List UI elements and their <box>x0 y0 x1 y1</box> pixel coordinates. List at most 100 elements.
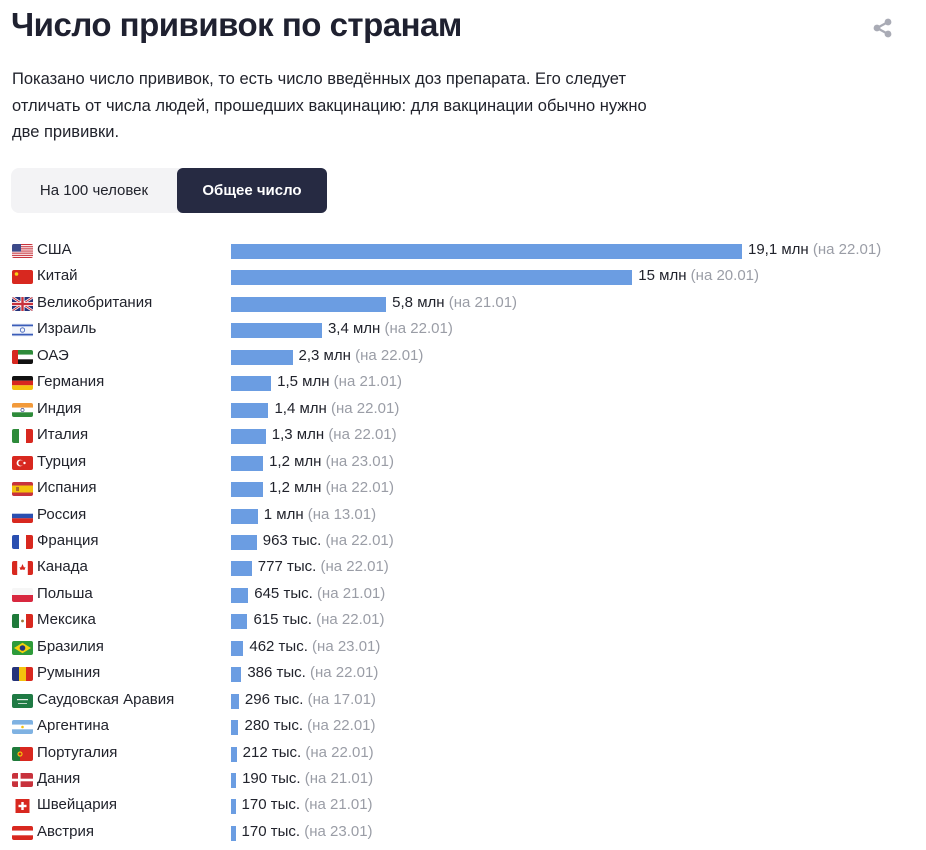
value-number: 462 тыс. <box>249 637 308 655</box>
value-number: 190 тыс. <box>242 770 301 787</box>
flag-in-icon <box>12 402 33 417</box>
value-number: 963 тыс. <box>262 531 322 549</box>
chart-row: Турция 1,2 млн (на 23.01) <box>0 450 926 476</box>
country-label: ОАЭ <box>37 346 69 364</box>
value-number: 1 млн <box>263 505 304 523</box>
value-number: 5,8 млн <box>392 293 445 311</box>
flag-mx-icon <box>12 614 33 629</box>
chart-row: Испания 1,2 млн (на 22.01) <box>0 476 926 502</box>
value-number: 1,3 млн <box>271 426 325 444</box>
metric-toggle: На 100 человек Общее число <box>11 168 327 213</box>
chart-row: Румыния 386 тыс. (на 22.01) <box>0 661 926 687</box>
bar <box>231 270 633 286</box>
tab-total[interactable]: Общее число <box>177 168 327 213</box>
value-date: (на 22.01) <box>320 558 389 576</box>
tab-per-100[interactable]: На 100 человек <box>11 168 177 213</box>
chart-row: Италия 1,3 млн (на 22.01) <box>0 423 926 449</box>
country-label: Дания <box>37 770 81 787</box>
value-label: 777 тыс. (на 22.01) <box>258 558 389 575</box>
bar <box>231 349 293 365</box>
chart-row: Франция 963 тыс. (на 22.01) <box>0 529 926 555</box>
value-label: 1,3 млн (на 22.01) <box>272 426 397 443</box>
chart-row: Австрия 170 тыс. (на 23.01) <box>0 820 926 846</box>
chart-row: Германия 1,5 млн (на 21.01) <box>0 370 926 396</box>
value-date: (на 22.01) <box>384 320 453 338</box>
bar <box>231 323 322 339</box>
value-label: 3,4 млн (на 22.01) <box>328 320 453 337</box>
country-label: Австрия <box>37 822 95 840</box>
bar <box>231 746 237 762</box>
flag-sa-icon <box>12 693 33 708</box>
bar <box>231 402 269 418</box>
flag-ro-icon <box>12 667 33 682</box>
value-number: 777 тыс. <box>257 558 317 576</box>
value-number: 2,3 млн <box>298 346 351 364</box>
bar <box>231 825 236 841</box>
flag-gb-icon <box>12 296 33 311</box>
value-date: (на 20.01) <box>690 267 759 285</box>
value-label: 170 тыс. (на 23.01) <box>242 823 373 840</box>
chart-row: Дания 190 тыс. (на 21.01) <box>0 767 926 793</box>
bar <box>231 482 264 498</box>
value-number: 1,2 млн <box>269 452 322 470</box>
flag-ae-icon <box>12 349 33 364</box>
bar <box>231 799 236 815</box>
country-label: Польша <box>37 584 93 602</box>
value-date: (на 21.01) <box>316 584 386 602</box>
country-label: Великобритания <box>37 293 153 311</box>
value-label: 190 тыс. (на 21.01) <box>242 770 373 787</box>
flag-cn-icon <box>12 270 33 285</box>
chart-row: Швейцария 170 тыс. (на 21.01) <box>0 793 926 819</box>
value-label: 2,3 млн (на 22.01) <box>299 347 424 364</box>
value-number: 296 тыс. <box>244 690 304 708</box>
country-label: Индия <box>37 399 82 417</box>
country-label: Румыния <box>37 664 101 682</box>
chart-row: Бразилия 462 тыс. (на 23.01) <box>0 635 926 661</box>
value-date: (на 22.01) <box>331 399 400 417</box>
value-number: 15 млн <box>638 267 687 285</box>
value-date: (на 22.01) <box>310 664 379 682</box>
chart-row: Канада 777 тыс. (на 22.01) <box>0 555 926 581</box>
bar <box>231 244 742 259</box>
description: Показано число прививок, то есть число в… <box>12 70 647 141</box>
flag-us-icon <box>12 244 33 258</box>
value-date: (на 22.01) <box>812 241 882 258</box>
value-number: 645 тыс. <box>254 584 313 602</box>
value-number: 170 тыс. <box>241 796 301 814</box>
flag-es-icon <box>12 482 33 497</box>
value-label: 15 млн (на 20.01) <box>638 267 759 284</box>
flag-pt-icon <box>12 746 33 761</box>
country-label: Швейцария <box>37 796 118 814</box>
country-label: Россия <box>37 505 87 523</box>
value-date: (на 22.01) <box>328 426 397 444</box>
value-label: 5,8 млн (на 21.01) <box>392 294 517 311</box>
chart-row: Польша 645 тыс. (на 21.01) <box>0 582 926 608</box>
chart-row: США 19,1 млн (на 22.01) <box>0 238 926 264</box>
flag-dk-icon <box>12 773 33 787</box>
chart-row: Саудовская Аравия 296 тыс. (на 17.01) <box>0 688 926 714</box>
bar <box>231 508 258 524</box>
bar <box>231 376 272 392</box>
value-label: 296 тыс. (на 17.01) <box>245 691 376 708</box>
bar <box>231 614 248 630</box>
country-label: Франция <box>37 531 99 549</box>
value-label: 1,2 млн (на 22.01) <box>269 479 394 496</box>
country-label: Китай <box>37 267 78 285</box>
value-date: (на 22.01) <box>325 531 394 549</box>
value-label: 212 тыс. (на 22.01) <box>243 744 374 761</box>
flag-br-icon <box>12 640 33 655</box>
bar <box>231 640 244 656</box>
value-number: 1,4 млн <box>274 399 327 417</box>
chart-row: Великобритания 5,8 млн (на 21.01) <box>0 291 926 317</box>
country-label: Турция <box>37 452 87 470</box>
value-date: (на 22.01) <box>307 717 376 735</box>
bar <box>231 720 239 736</box>
country-label: Испания <box>37 479 97 497</box>
value-date: (на 22.01) <box>305 743 374 761</box>
flag-il-icon <box>12 323 33 338</box>
value-number: 280 тыс. <box>244 717 303 735</box>
share-button[interactable] <box>871 16 895 40</box>
country-label: Аргентина <box>37 717 109 735</box>
country-label: Израиль <box>37 320 97 338</box>
page-title: Число прививок по странам <box>11 6 462 43</box>
